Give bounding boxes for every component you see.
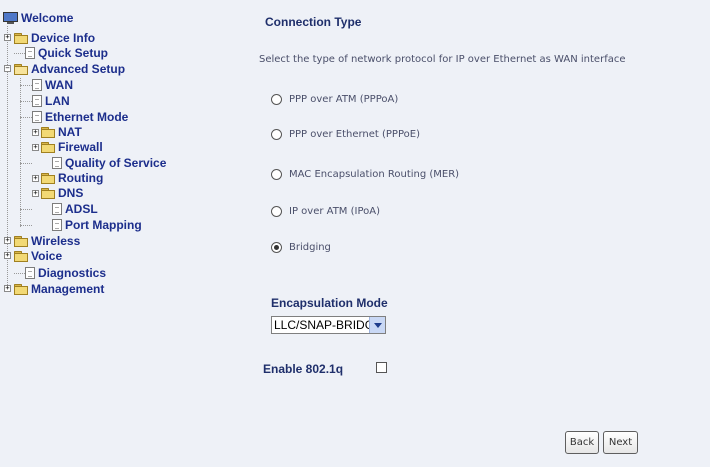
- tree-item-nat[interactable]: NAT: [41, 125, 82, 139]
- radio-button[interactable]: [271, 205, 282, 217]
- folder-open-icon: [14, 63, 28, 75]
- radio-button[interactable]: [271, 168, 282, 180]
- tree-item-lan[interactable]: LAN: [32, 94, 70, 108]
- encapsulation-mode-label: Encapsulation Mode: [271, 296, 388, 310]
- page-icon: [32, 79, 42, 91]
- navigation-tree: Welcome + Device Info Quick Setup − Adva…: [0, 0, 250, 467]
- back-button[interactable]: Back: [565, 431, 599, 454]
- tree-item-wan[interactable]: WAN: [32, 78, 73, 92]
- tree-item-quick-setup[interactable]: Quick Setup: [25, 46, 108, 60]
- option-ipoa[interactable]: IP over ATM (IPoA): [271, 204, 380, 218]
- radio-button-selected[interactable]: [271, 241, 282, 253]
- expand-plus-icon[interactable]: +: [4, 285, 11, 292]
- expand-plus-icon[interactable]: +: [4, 34, 11, 41]
- tree-connector: [14, 53, 25, 54]
- tree-item-ethernet-mode[interactable]: Ethernet Mode: [32, 110, 128, 124]
- tree-item-wireless[interactable]: Wireless: [14, 234, 80, 248]
- option-mer[interactable]: MAC Encapsulation Routing (MER): [271, 167, 459, 181]
- tree-connector: [20, 85, 32, 86]
- folder-icon: [14, 32, 28, 44]
- option-bridging[interactable]: Bridging: [271, 240, 331, 254]
- tree-connector: [20, 209, 32, 210]
- folder-icon: [14, 250, 28, 262]
- page-icon: [25, 47, 35, 59]
- monitor-icon: [3, 12, 18, 24]
- tree-item-adsl[interactable]: ADSL: [52, 202, 98, 216]
- page-icon: [52, 203, 62, 215]
- page-icon: [25, 267, 35, 279]
- page-icon: [32, 111, 42, 123]
- expand-plus-icon[interactable]: +: [4, 252, 11, 259]
- encapsulation-mode-select[interactable]: LLC/SNAP-BRIDGING: [271, 316, 386, 334]
- expand-plus-icon[interactable]: +: [32, 129, 39, 136]
- tree-connector: [14, 273, 25, 274]
- enable-8021q-checkbox[interactable]: [376, 362, 387, 373]
- tree-connector: [20, 117, 32, 118]
- enable-8021q-label: Enable 802.1q: [263, 362, 344, 376]
- page-icon: [52, 157, 62, 169]
- folder-icon: [14, 235, 28, 247]
- page-title: Connection Type: [265, 15, 362, 29]
- tree-item-quality-of-service[interactable]: Quality of Service: [52, 156, 166, 170]
- page-icon: [32, 95, 42, 107]
- expand-plus-icon[interactable]: +: [32, 175, 39, 182]
- radio-button[interactable]: [271, 93, 282, 105]
- expand-plus-icon[interactable]: +: [32, 144, 39, 151]
- tree-item-device-info[interactable]: Device Info: [14, 31, 95, 45]
- option-pppoa[interactable]: PPP over ATM (PPPoA): [271, 92, 398, 106]
- collapse-minus-icon[interactable]: −: [4, 65, 11, 72]
- tree-item-firewall[interactable]: Firewall: [41, 140, 103, 154]
- expand-plus-icon[interactable]: +: [4, 237, 11, 244]
- radio-button[interactable]: [271, 128, 282, 140]
- main-panel: Connection Type Select the type of netwo…: [250, 0, 710, 467]
- tree-item-voice[interactable]: Voice: [14, 249, 62, 263]
- page-description: Select the type of network protocol for …: [259, 54, 626, 65]
- tree-item-diagnostics[interactable]: Diagnostics: [25, 266, 106, 280]
- tree-item-dns[interactable]: DNS: [41, 186, 83, 200]
- page-icon: [52, 219, 62, 231]
- expand-plus-icon[interactable]: +: [32, 190, 39, 197]
- folder-icon: [41, 126, 55, 138]
- tree-item-routing[interactable]: Routing: [41, 171, 103, 185]
- tree-connector: [20, 101, 32, 102]
- tree-item-management[interactable]: Management: [14, 282, 104, 296]
- tree-item-welcome[interactable]: Welcome: [3, 11, 73, 25]
- tree-item-port-mapping[interactable]: Port Mapping: [52, 218, 142, 232]
- folder-icon: [41, 141, 55, 153]
- chevron-down-icon[interactable]: [369, 317, 385, 333]
- folder-icon: [14, 283, 28, 295]
- folder-icon: [41, 187, 55, 199]
- tree-connector: [20, 225, 32, 226]
- tree-connector: [20, 163, 32, 164]
- tree-item-advanced-setup[interactable]: Advanced Setup: [14, 62, 125, 76]
- next-button[interactable]: Next: [603, 431, 638, 454]
- folder-icon: [41, 172, 55, 184]
- option-pppoe[interactable]: PPP over Ethernet (PPPoE): [271, 127, 420, 141]
